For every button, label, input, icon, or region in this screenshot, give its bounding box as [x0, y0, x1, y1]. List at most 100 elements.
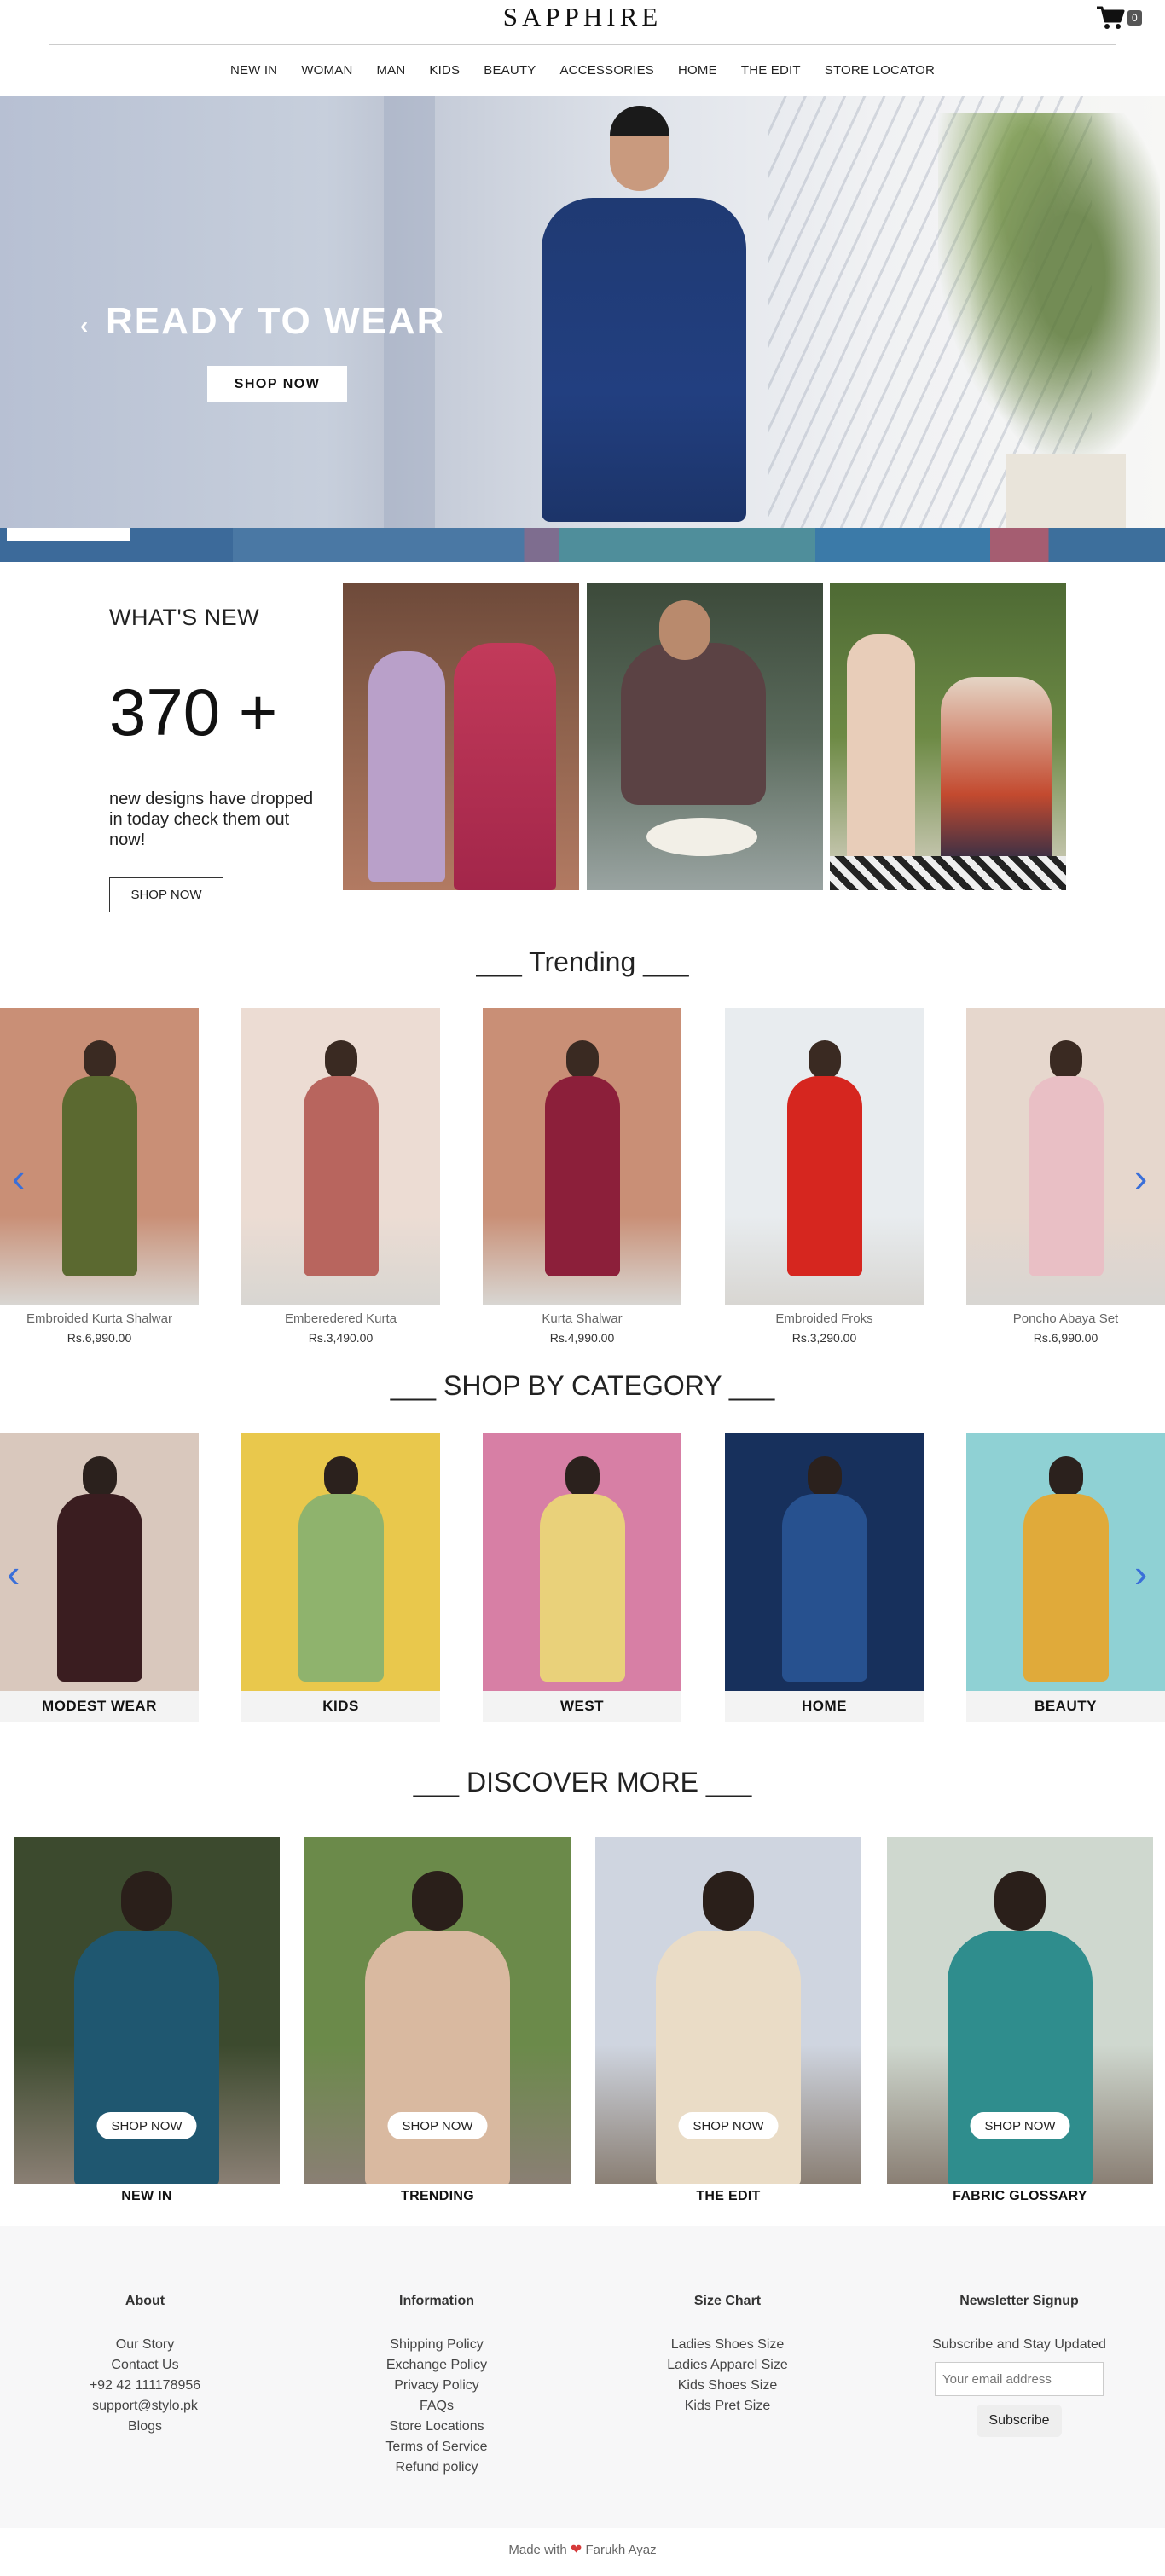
footer-link-our-story[interactable]: Our Story — [17, 2335, 273, 2355]
category-label[interactable]: BEAUTY — [966, 1691, 1165, 1722]
site-logo[interactable]: SAPPHIRE — [0, 2, 1165, 32]
whats-new-description: new designs have dropped in today check … — [109, 790, 314, 849]
footer-link-store-locations[interactable]: Store Locations — [309, 2417, 565, 2437]
product-price: Rs.6,990.00 — [1033, 1331, 1098, 1345]
category-card[interactable]: MODEST WEAR — [0, 1433, 199, 1722]
discover-card[interactable]: SHOP NOW THE EDIT — [595, 1837, 861, 2204]
footer-link-contact-us[interactable]: Contact Us — [17, 2355, 273, 2376]
discover-image[interactable]: SHOP NOW — [14, 1837, 280, 2184]
author-name[interactable]: Farukh Ayaz — [586, 2543, 657, 2557]
nav-man[interactable]: MAN — [364, 63, 417, 78]
product-name[interactable]: Embroided Froks — [725, 1311, 924, 1326]
footer-information-title: Information — [399, 2294, 474, 2308]
footer-link-faqs[interactable]: FAQs — [309, 2396, 565, 2417]
footer-newsletter-column: Newsletter Signup Subscribe and Stay Upd… — [891, 2294, 1147, 2437]
discover-label[interactable]: TRENDING — [304, 2189, 571, 2204]
product-name[interactable]: Poncho Abaya Set — [966, 1311, 1165, 1326]
header-divider — [49, 44, 1116, 45]
discover-image[interactable]: SHOP NOW — [304, 1837, 571, 2184]
newsletter-subscribe-button[interactable]: Subscribe — [977, 2405, 1062, 2437]
hero-shop-now-button[interactable]: SHOP NOW — [207, 366, 347, 402]
product-card[interactable]: Embroided Kurta Shalwar Rs.6,990.00 — [0, 1008, 199, 1345]
hero-banner[interactable]: ‹ READY TO WEAR SHOP NOW — [0, 96, 1165, 528]
footer-link-ladies-apparel-size[interactable]: Ladies Apparel Size — [600, 2355, 855, 2376]
category-label[interactable]: MODEST WEAR — [0, 1691, 199, 1722]
hero-strip-tab — [7, 528, 130, 541]
product-card[interactable]: Emberedered Kurta Rs.3,490.00 — [241, 1008, 440, 1345]
discover-more-title: ___ DISCOVER MORE ___ — [413, 1767, 752, 1797]
made-with-credit: Made with ❤ Farukh Ayaz — [0, 2541, 1165, 2558]
nav-beauty[interactable]: BEAUTY — [472, 63, 548, 78]
footer-link-ladies-shoes-size[interactable]: Ladies Shoes Size — [600, 2335, 855, 2355]
nav-home[interactable]: HOME — [666, 63, 729, 78]
discover-label[interactable]: FABRIC GLOSSARY — [887, 2189, 1153, 2204]
discover-label[interactable]: THE EDIT — [595, 2189, 861, 2204]
footer-about-title: About — [125, 2294, 165, 2308]
category-image[interactable] — [241, 1433, 440, 1691]
discover-shop-now-button[interactable]: SHOP NOW — [970, 2112, 1070, 2139]
footer-link-terms-of-service[interactable]: Terms of Service — [309, 2437, 565, 2457]
discover-card[interactable]: SHOP NOW FABRIC GLOSSARY — [887, 1837, 1153, 2204]
product-name[interactable]: Emberedered Kurta — [241, 1311, 440, 1326]
product-price: Rs.6,990.00 — [67, 1331, 132, 1345]
footer-link-kids-shoes-size[interactable]: Kids Shoes Size — [600, 2376, 855, 2396]
footer-newsletter-title: Newsletter Signup — [959, 2294, 1079, 2308]
category-card[interactable]: HOME — [725, 1433, 924, 1722]
nav-kids[interactable]: KIDS — [417, 63, 472, 78]
category-image[interactable] — [483, 1433, 681, 1691]
whats-new-image-2[interactable] — [587, 583, 823, 890]
nav-woman[interactable]: WOMAN — [289, 63, 364, 78]
trending-next-arrow-icon[interactable]: › — [1134, 1158, 1147, 1197]
newsletter-email-input[interactable] — [935, 2362, 1104, 2396]
discover-image[interactable]: SHOP NOW — [887, 1837, 1153, 2184]
category-label[interactable]: KIDS — [241, 1691, 440, 1722]
cart-button[interactable]: 0 — [1096, 3, 1147, 32]
product-price: Rs.3,290.00 — [791, 1331, 857, 1345]
discover-shop-now-button[interactable]: SHOP NOW — [387, 2112, 488, 2139]
whats-new-count: 370 + — [109, 674, 278, 750]
discover-card[interactable]: SHOP NOW NEW IN — [14, 1837, 280, 2204]
category-image[interactable] — [0, 1433, 199, 1691]
product-price: Rs.4,990.00 — [549, 1331, 615, 1345]
whats-new-image-1[interactable] — [343, 583, 579, 890]
product-image[interactable] — [241, 1008, 440, 1305]
category-label[interactable]: HOME — [725, 1691, 924, 1722]
footer-link-kids-pret-size[interactable]: Kids Pret Size — [600, 2396, 855, 2417]
footer-email[interactable]: support@stylo.pk — [17, 2396, 273, 2417]
product-name[interactable]: Embroided Kurta Shalwar — [0, 1311, 199, 1326]
footer-link-shipping-policy[interactable]: Shipping Policy — [309, 2335, 565, 2355]
product-image[interactable] — [483, 1008, 681, 1305]
category-card[interactable]: WEST — [483, 1433, 681, 1722]
discover-shop-now-button[interactable]: SHOP NOW — [96, 2112, 197, 2139]
category-prev-arrow-icon[interactable]: ‹ — [7, 1554, 20, 1593]
footer-link-blogs[interactable]: Blogs — [17, 2417, 273, 2437]
footer-link-exchange-policy[interactable]: Exchange Policy — [309, 2355, 565, 2376]
product-image[interactable] — [725, 1008, 924, 1305]
category-label[interactable]: WEST — [483, 1691, 681, 1722]
shop-by-category-title: ___ SHOP BY CATEGORY ___ — [390, 1370, 775, 1401]
hero-prev-icon[interactable]: ‹ — [80, 312, 88, 339]
hero-title: READY TO WEAR — [106, 300, 446, 342]
discover-shop-now-button[interactable]: SHOP NOW — [678, 2112, 779, 2139]
nav-accessories[interactable]: ACCESSORIES — [548, 63, 666, 78]
category-image[interactable] — [725, 1433, 924, 1691]
footer-link-refund-policy[interactable]: Refund policy — [309, 2457, 565, 2478]
discover-image[interactable]: SHOP NOW — [595, 1837, 861, 2184]
footer-link-privacy-policy[interactable]: Privacy Policy — [309, 2376, 565, 2396]
whats-new-shop-now-button[interactable]: SHOP NOW — [109, 877, 223, 912]
nav-store-locator[interactable]: STORE LOCATOR — [813, 63, 947, 78]
product-card[interactable]: Kurta Shalwar Rs.4,990.00 — [483, 1008, 681, 1345]
product-image[interactable] — [0, 1008, 199, 1305]
category-next-arrow-icon[interactable]: › — [1134, 1554, 1147, 1593]
nav-the-edit[interactable]: THE EDIT — [729, 63, 813, 78]
nav-new-in[interactable]: NEW IN — [218, 63, 289, 78]
trending-prev-arrow-icon[interactable]: ‹ — [12, 1158, 25, 1197]
product-name[interactable]: Kurta Shalwar — [483, 1311, 681, 1326]
discover-label[interactable]: NEW IN — [14, 2189, 280, 2204]
category-card[interactable]: KIDS — [241, 1433, 440, 1722]
product-card[interactable]: Embroided Froks Rs.3,290.00 — [725, 1008, 924, 1345]
whats-new-image-3[interactable] — [830, 583, 1066, 890]
footer-about-column: About Our Story Contact Us +92 42 111178… — [17, 2294, 273, 2437]
discover-card[interactable]: SHOP NOW TRENDING — [304, 1837, 571, 2204]
footer-phone[interactable]: +92 42 111178956 — [17, 2376, 273, 2396]
